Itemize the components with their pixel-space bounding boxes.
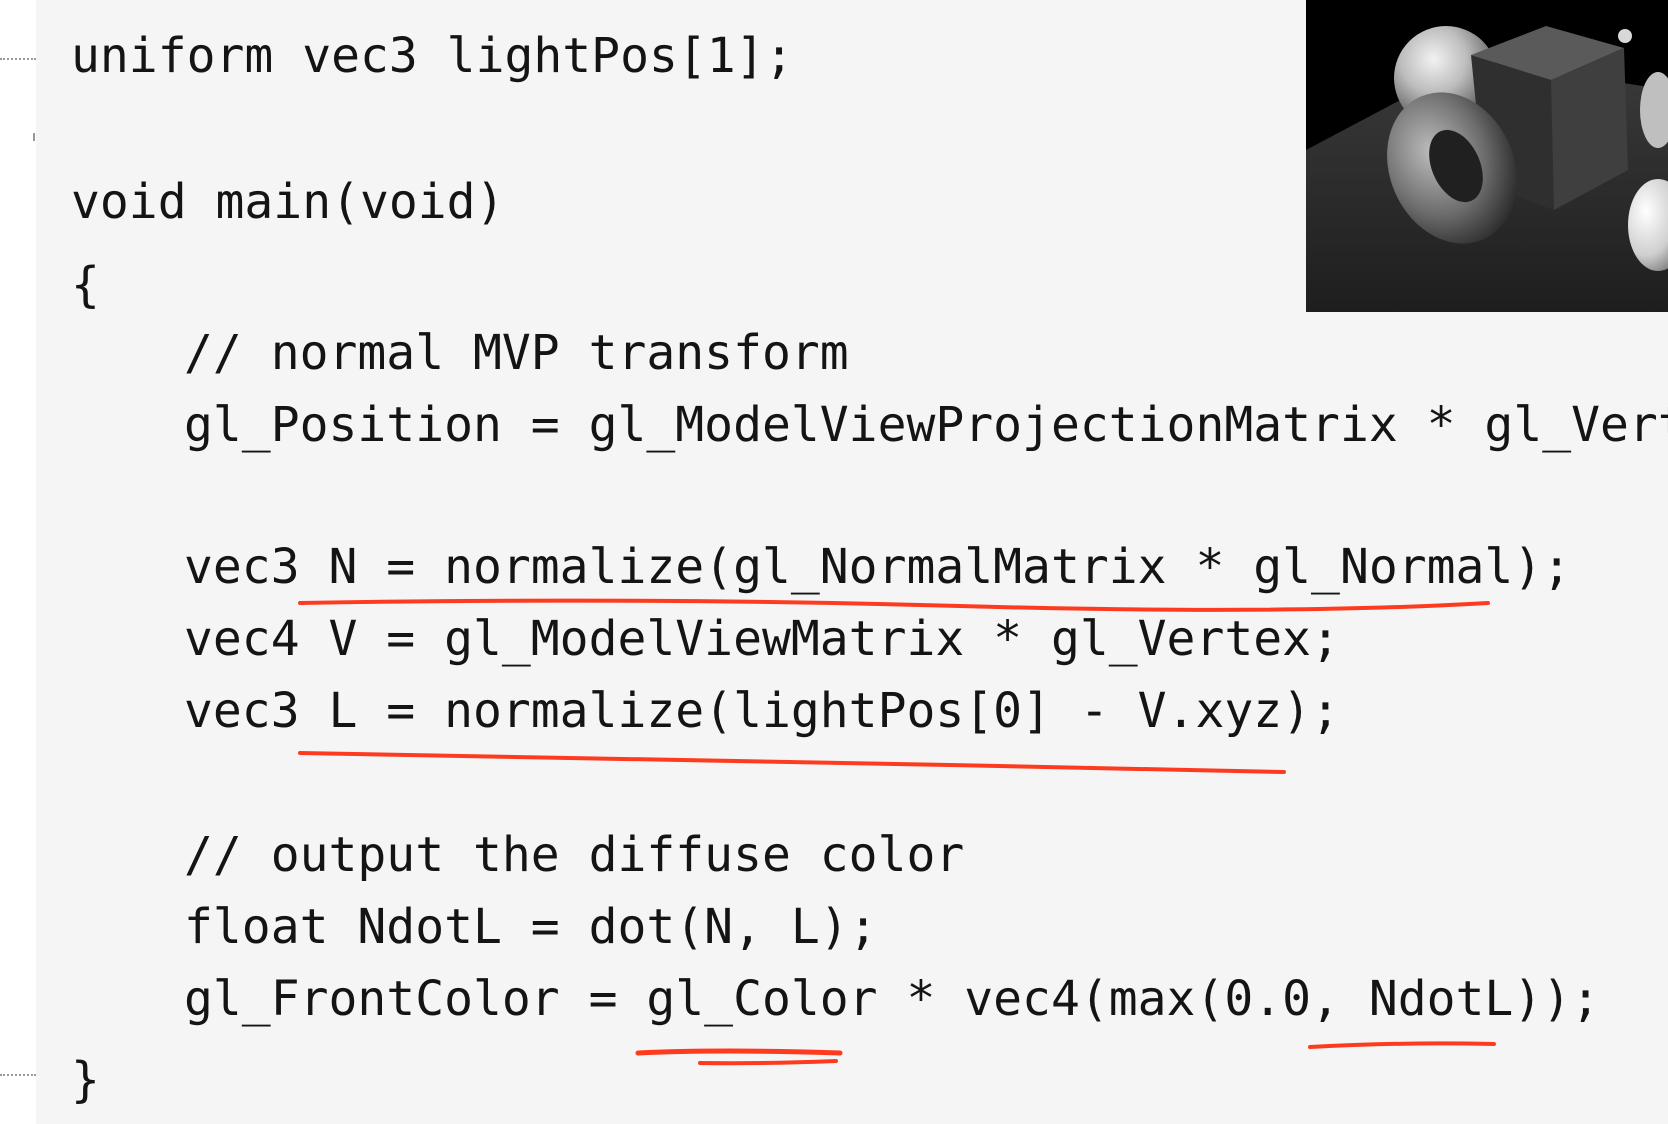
small-sphere-object	[1618, 29, 1632, 43]
code-line-vec3-l: vec3 L = normalize(lightPos[0] - V.xyz);	[184, 683, 1340, 739]
render-preview-scene	[1306, 0, 1668, 312]
dotted-guide-top	[0, 58, 36, 60]
code-line-float-ndotl: float NdotL = dot(N, L);	[184, 899, 878, 955]
code-line-gl-frontcolor: gl_FrontColor = gl_Color * vec4(max(0.0,…	[184, 971, 1601, 1027]
code-line-gl-position: gl_Position = gl_ModelViewProjectionMatr…	[184, 397, 1668, 453]
code-line-main-signature: void main(void)	[71, 174, 505, 230]
code-line-open-brace: {	[71, 257, 100, 313]
code-line-comment-mvp: // normal MVP transform	[184, 325, 849, 381]
render-preview-image	[1306, 0, 1668, 312]
dotted-guide-bottom	[0, 1074, 36, 1076]
code-line-uniform: uniform vec3 lightPos[1];	[71, 28, 794, 84]
left-margin	[0, 0, 36, 1124]
code-line-vec3-n: vec3 N = normalize(gl_NormalMatrix * gl_…	[184, 539, 1572, 595]
margin-tick	[33, 133, 35, 141]
code-line-comment-diffuse: // output the diffuse color	[184, 827, 965, 883]
code-line-vec4-v: vec4 V = gl_ModelViewMatrix * gl_Vertex;	[184, 611, 1340, 667]
code-line-close-brace: }	[71, 1052, 100, 1108]
